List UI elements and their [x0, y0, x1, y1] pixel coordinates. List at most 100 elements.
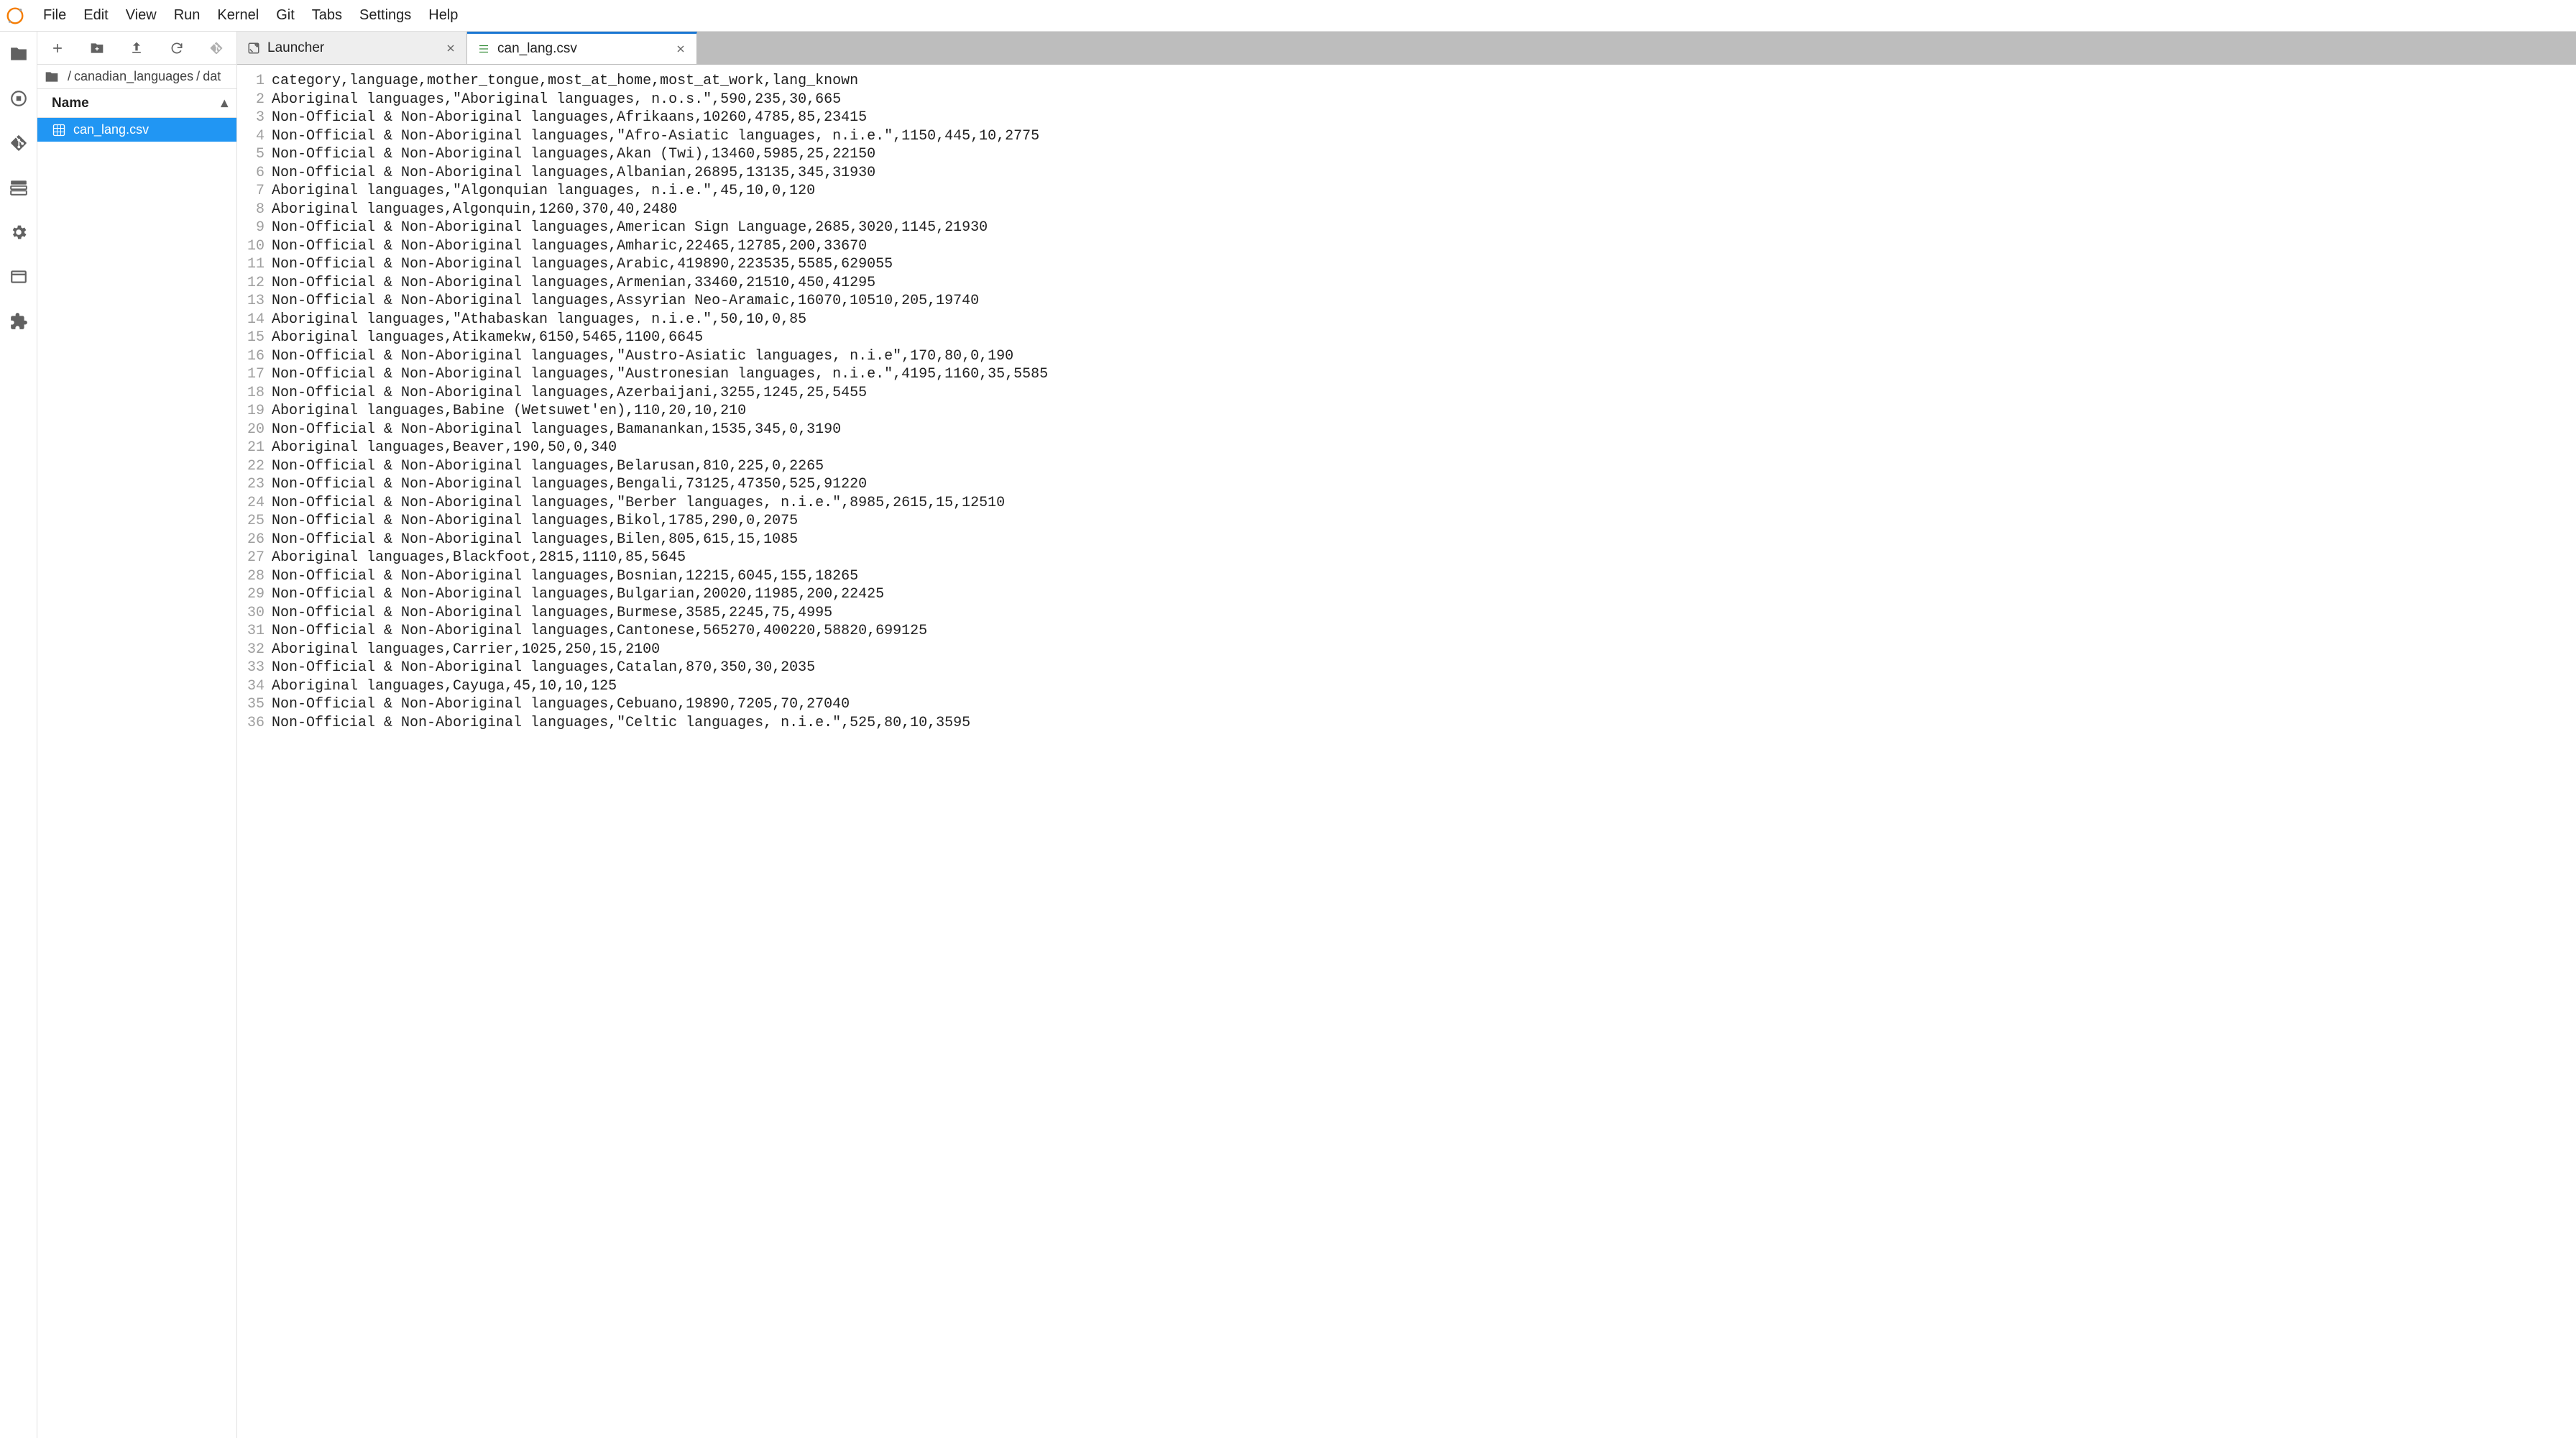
line-number: 14	[237, 311, 272, 329]
line-content: Aboriginal languages,"Athabaskan languag…	[272, 311, 806, 329]
editor-line[interactable]: 27Aboriginal languages,Blackfoot,2815,11…	[237, 549, 2576, 567]
git-button-icon[interactable]	[209, 41, 224, 55]
line-content: Aboriginal languages,Atikamekw,6150,5465…	[272, 329, 703, 347]
line-content: Non-Official & Non-Aboriginal languages,…	[272, 659, 815, 677]
line-content: Non-Official & Non-Aboriginal languages,…	[272, 475, 867, 494]
menu-git[interactable]: Git	[267, 4, 303, 27]
editor-line[interactable]: 28Non-Official & Non-Aboriginal language…	[237, 567, 2576, 586]
extensions-icon[interactable]	[9, 312, 28, 331]
running-icon[interactable]	[9, 89, 28, 108]
editor-line[interactable]: 19Aboriginal languages,Babine (Wetsuwet'…	[237, 402, 2576, 421]
line-content: Non-Official & Non-Aboriginal languages,…	[272, 365, 1048, 384]
editor-line[interactable]: 17Non-Official & Non-Aboriginal language…	[237, 365, 2576, 384]
line-number: 24	[237, 494, 272, 513]
line-number: 5	[237, 145, 272, 164]
line-content: Aboriginal languages,Babine (Wetsuwet'en…	[272, 402, 746, 421]
line-number: 17	[237, 365, 272, 384]
line-content: Aboriginal languages,Carrier,1025,250,15…	[272, 641, 660, 659]
close-icon[interactable]	[445, 42, 456, 54]
line-content: Non-Official & Non-Aboriginal languages,…	[272, 622, 927, 641]
editor-line[interactable]: 9Non-Official & Non-Aboriginal languages…	[237, 219, 2576, 237]
breadcrumb-seg[interactable]: canadian_languages	[74, 69, 193, 84]
line-content: Non-Official & Non-Aboriginal languages,…	[272, 512, 798, 531]
menu-help[interactable]: Help	[420, 4, 466, 27]
editor-line[interactable]: 23Non-Official & Non-Aboriginal language…	[237, 475, 2576, 494]
sort-arrow-icon: ▴	[221, 95, 228, 111]
editor-line[interactable]: 29Non-Official & Non-Aboriginal language…	[237, 585, 2576, 604]
editor-line[interactable]: 2Aboriginal languages,"Aboriginal langua…	[237, 91, 2576, 109]
spreadsheet-icon	[477, 42, 490, 55]
breadcrumb-seg[interactable]: /	[68, 69, 71, 84]
menu-run[interactable]: Run	[165, 4, 209, 27]
editor-line[interactable]: 18Non-Official & Non-Aboriginal language…	[237, 384, 2576, 403]
tabs-icon[interactable]	[9, 267, 28, 286]
editor-line[interactable]: 36Non-Official & Non-Aboriginal language…	[237, 714, 2576, 733]
line-number: 8	[237, 201, 272, 219]
git-icon[interactable]	[9, 134, 28, 152]
breadcrumb-seg: /	[196, 69, 200, 84]
tab-can-lang-csv[interactable]: can_lang.csv	[467, 32, 697, 64]
line-number: 20	[237, 421, 272, 439]
line-number: 10	[237, 237, 272, 256]
menu-file[interactable]: File	[34, 4, 75, 27]
editor-line[interactable]: 1category,language,mother_tongue,most_at…	[237, 72, 2576, 91]
line-number: 26	[237, 531, 272, 549]
left-activity-bar	[0, 32, 37, 1438]
editor-line[interactable]: 24Non-Official & Non-Aboriginal language…	[237, 494, 2576, 513]
file-list-header[interactable]: Name ▴	[37, 89, 236, 118]
editor-line[interactable]: 12Non-Official & Non-Aboriginal language…	[237, 274, 2576, 293]
settings-gear-icon[interactable]	[9, 223, 28, 242]
new-folder-icon[interactable]	[90, 41, 104, 55]
editor-line[interactable]: 21Aboriginal languages,Beaver,190,50,0,3…	[237, 439, 2576, 457]
editor-line[interactable]: 8Aboriginal languages,Algonquin,1260,370…	[237, 201, 2576, 219]
menu-view[interactable]: View	[117, 4, 165, 27]
editor-line[interactable]: 7Aboriginal languages,"Algonquian langua…	[237, 182, 2576, 201]
line-number: 4	[237, 127, 272, 146]
editor-line[interactable]: 3Non-Official & Non-Aboriginal languages…	[237, 109, 2576, 127]
line-content: Non-Official & Non-Aboriginal languages,…	[272, 145, 875, 164]
line-content: Non-Official & Non-Aboriginal languages,…	[272, 255, 893, 274]
editor-line[interactable]: 25Non-Official & Non-Aboriginal language…	[237, 512, 2576, 531]
list-item[interactable]: can_lang.csv	[37, 118, 236, 142]
folder-icon[interactable]	[9, 45, 28, 63]
editor[interactable]: 1category,language,mother_tongue,most_at…	[237, 65, 2576, 1438]
editor-line[interactable]: 34Aboriginal languages,Cayuga,45,10,10,1…	[237, 677, 2576, 696]
editor-line[interactable]: 10Non-Official & Non-Aboriginal language…	[237, 237, 2576, 256]
editor-line[interactable]: 13Non-Official & Non-Aboriginal language…	[237, 292, 2576, 311]
line-content: Non-Official & Non-Aboriginal languages,…	[272, 237, 867, 256]
editor-line[interactable]: 33Non-Official & Non-Aboriginal language…	[237, 659, 2576, 677]
editor-line[interactable]: 14Aboriginal languages,"Athabaskan langu…	[237, 311, 2576, 329]
editor-line[interactable]: 11Non-Official & Non-Aboriginal language…	[237, 255, 2576, 274]
editor-line[interactable]: 35Non-Official & Non-Aboriginal language…	[237, 695, 2576, 714]
editor-line[interactable]: 32Aboriginal languages,Carrier,1025,250,…	[237, 641, 2576, 659]
upload-icon[interactable]	[129, 41, 144, 55]
menu-tabs[interactable]: Tabs	[303, 4, 351, 27]
breadcrumb[interactable]: / canadian_languages / dat	[37, 65, 236, 89]
line-number: 12	[237, 274, 272, 293]
line-content: Non-Official & Non-Aboriginal languages,…	[272, 714, 970, 733]
editor-line[interactable]: 26Non-Official & Non-Aboriginal language…	[237, 531, 2576, 549]
editor-line[interactable]: 22Non-Official & Non-Aboriginal language…	[237, 457, 2576, 476]
menu-kernel[interactable]: Kernel	[208, 4, 267, 27]
tab-launcher[interactable]: Launcher	[237, 32, 467, 64]
refresh-icon[interactable]	[170, 41, 184, 55]
editor-line[interactable]: 30Non-Official & Non-Aboriginal language…	[237, 604, 2576, 623]
editor-line[interactable]: 20Non-Official & Non-Aboriginal language…	[237, 421, 2576, 439]
line-number: 6	[237, 164, 272, 183]
line-content: Non-Official & Non-Aboriginal languages,…	[272, 457, 824, 476]
editor-line[interactable]: 4Non-Official & Non-Aboriginal languages…	[237, 127, 2576, 146]
line-number: 30	[237, 604, 272, 623]
new-launcher-icon[interactable]	[50, 41, 65, 55]
line-number: 27	[237, 549, 272, 567]
editor-line[interactable]: 16Non-Official & Non-Aboriginal language…	[237, 347, 2576, 366]
editor-line[interactable]: 6Non-Official & Non-Aboriginal languages…	[237, 164, 2576, 183]
breadcrumb-seg[interactable]: dat	[203, 69, 221, 84]
commands-icon[interactable]	[9, 178, 28, 197]
line-number: 1	[237, 72, 272, 91]
menu-settings[interactable]: Settings	[351, 4, 420, 27]
editor-line[interactable]: 31Non-Official & Non-Aboriginal language…	[237, 622, 2576, 641]
editor-line[interactable]: 15Aboriginal languages,Atikamekw,6150,54…	[237, 329, 2576, 347]
close-icon[interactable]	[675, 43, 686, 55]
editor-line[interactable]: 5Non-Official & Non-Aboriginal languages…	[237, 145, 2576, 164]
menu-edit[interactable]: Edit	[75, 4, 116, 27]
